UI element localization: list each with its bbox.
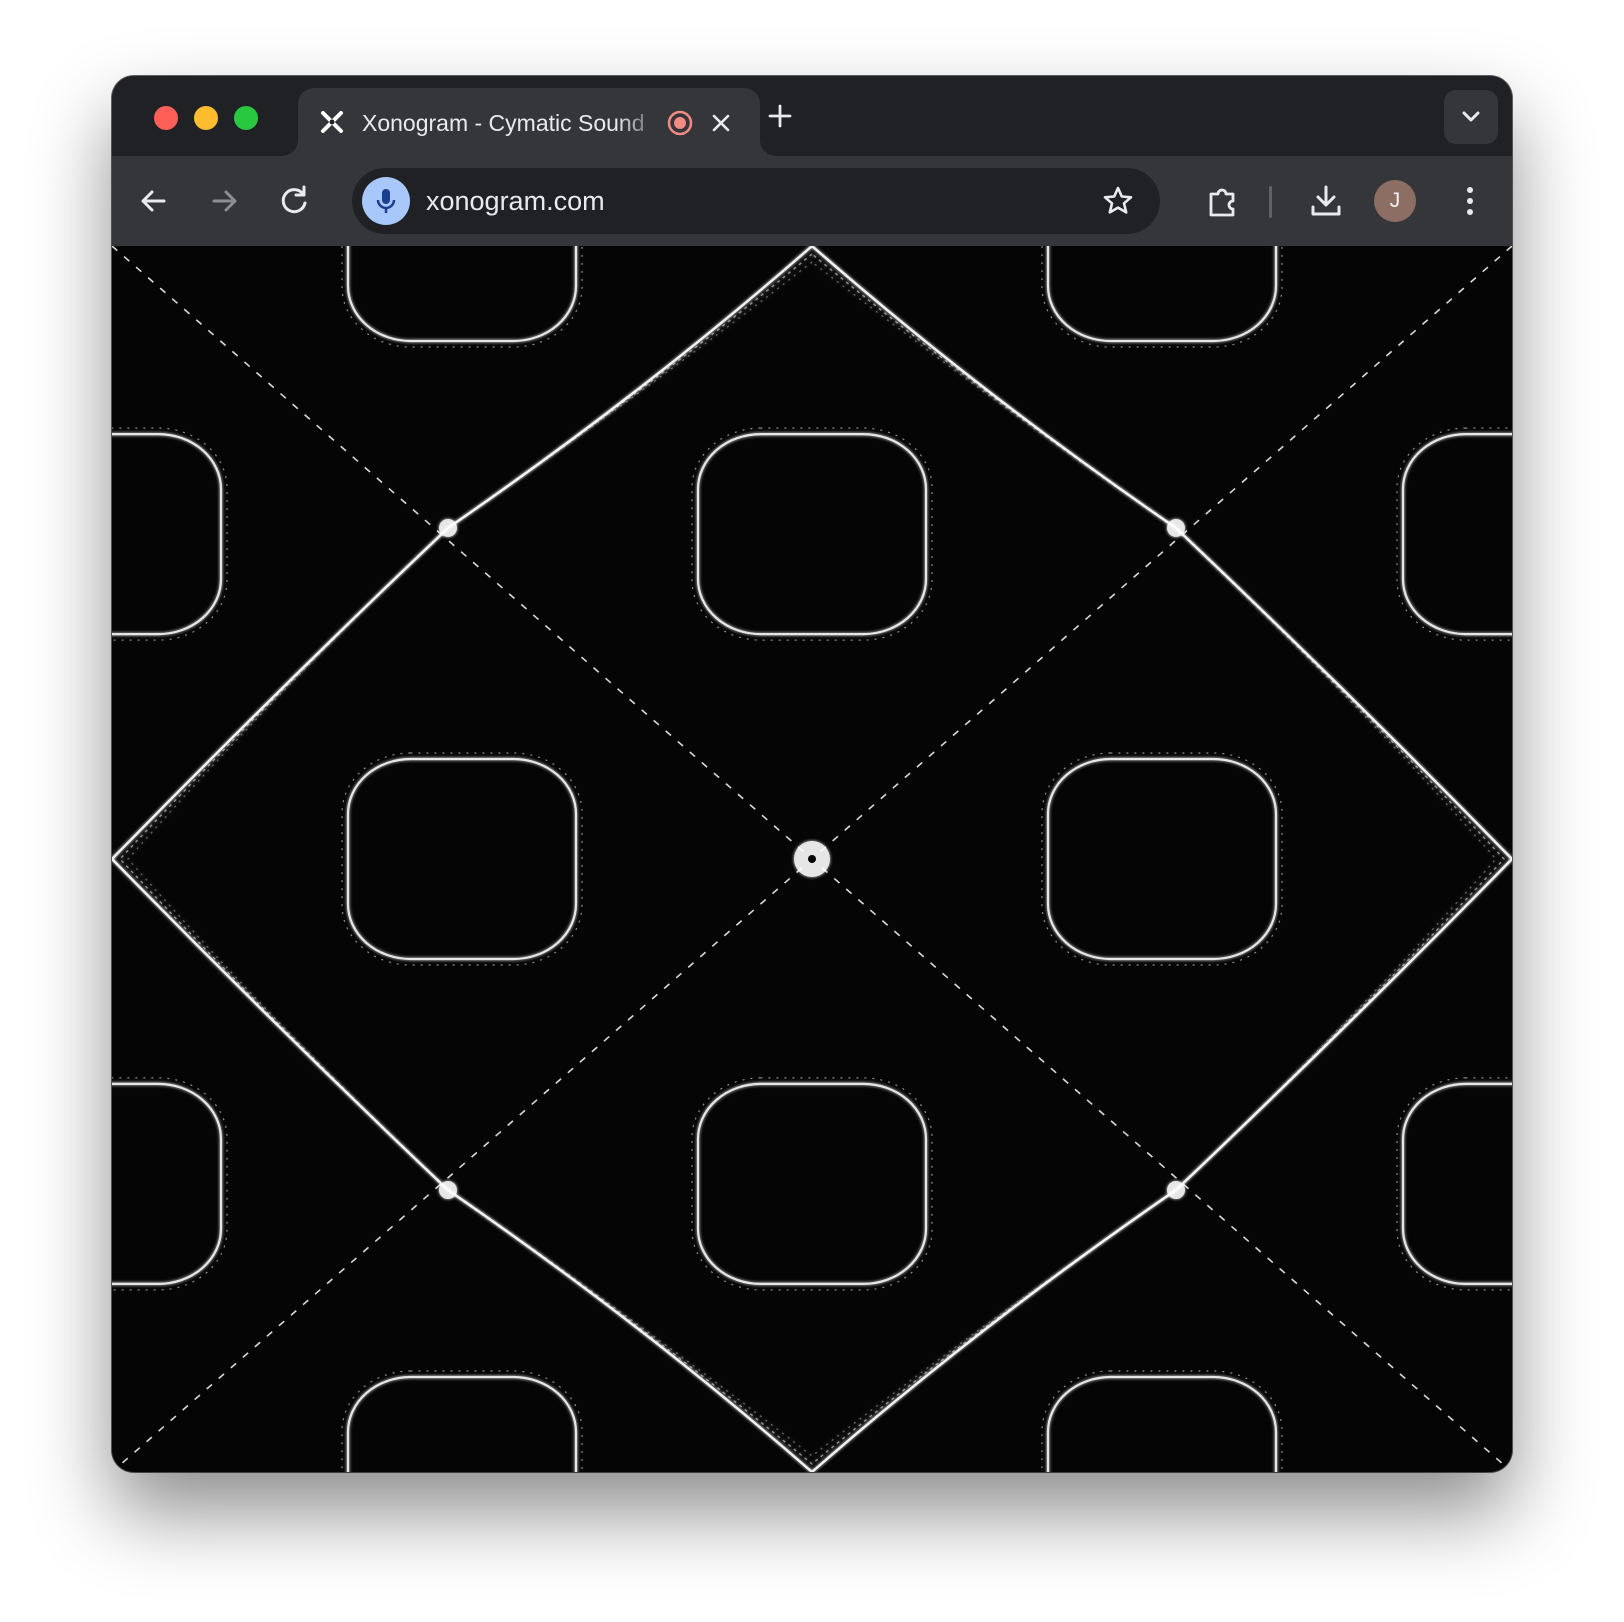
maximize-window-button[interactable]	[234, 106, 258, 130]
close-window-button[interactable]	[154, 106, 178, 130]
browser-window: Xonogram - Cymatic Sound xonogram.com J	[112, 76, 1512, 1472]
voice-search-button[interactable]	[362, 177, 410, 225]
puzzle-icon	[1209, 188, 1235, 217]
back-button[interactable]	[132, 179, 176, 223]
loop-edge	[112, 433, 223, 636]
loop-bottom-halo	[691, 1077, 933, 1291]
loop-edge	[1401, 433, 1512, 636]
loop-left-halo	[341, 752, 583, 966]
browser-menu-button[interactable]	[1448, 179, 1492, 223]
node-point	[439, 1181, 457, 1200]
active-tab[interactable]: Xonogram - Cymatic Sound	[298, 88, 760, 156]
browser-toolbar: xonogram.com J	[112, 156, 1512, 246]
loop-edge-halo	[112, 427, 228, 641]
loop-bottom	[696, 1082, 928, 1285]
loop-top	[696, 433, 928, 636]
cymatic-canvas[interactable]	[112, 246, 1512, 1472]
chevron-down-icon	[1462, 111, 1480, 122]
profile-avatar[interactable]: J	[1374, 180, 1416, 222]
loop-edge	[346, 246, 578, 343]
download-icon	[1311, 185, 1341, 216]
kebab-menu-icon	[1467, 187, 1473, 215]
loop-top-halo	[691, 427, 933, 641]
arrow-left-icon	[141, 190, 166, 212]
forward-button[interactable]	[202, 179, 246, 223]
loop-edge	[1401, 1082, 1512, 1285]
microphone-icon	[376, 189, 396, 213]
loop-edge	[1046, 246, 1278, 343]
recording-icon	[666, 109, 694, 137]
tab-strip: Xonogram - Cymatic Sound	[112, 76, 1512, 156]
star-icon	[1103, 186, 1133, 214]
loop-edge-halo	[1396, 427, 1512, 641]
arrow-right-icon	[212, 190, 237, 212]
loop-right	[1046, 757, 1278, 961]
toolbar-divider	[1269, 186, 1272, 218]
address-bar[interactable]: xonogram.com	[352, 168, 1160, 234]
cymatic-pattern	[112, 246, 1512, 1472]
extensions-button[interactable]	[1202, 179, 1246, 223]
reload-icon	[281, 185, 307, 214]
center-node-core	[808, 855, 816, 863]
close-tab-button[interactable]	[706, 108, 736, 138]
loop-edge-halo	[112, 1077, 228, 1291]
node-point	[1167, 518, 1185, 537]
downloads-button[interactable]	[1304, 179, 1348, 223]
node-point	[439, 518, 457, 537]
loop-edge	[1046, 1375, 1278, 1472]
loop-edge	[112, 1082, 223, 1285]
minimize-window-button[interactable]	[194, 106, 218, 130]
reload-button[interactable]	[272, 179, 316, 223]
tab-search-button[interactable]	[1444, 90, 1498, 144]
loop-edge-halo	[1396, 1077, 1512, 1291]
xonogram-x-icon	[320, 110, 344, 134]
node-point	[1167, 1181, 1185, 1200]
bookmark-button[interactable]	[1100, 183, 1136, 219]
loop-left	[346, 757, 578, 961]
tab-title: Xonogram - Cymatic Sound	[362, 110, 645, 136]
loop-right-halo	[1041, 752, 1283, 966]
url-text: xonogram.com	[426, 186, 605, 216]
loop-edge	[346, 1375, 578, 1472]
new-tab-button[interactable]	[762, 98, 798, 134]
